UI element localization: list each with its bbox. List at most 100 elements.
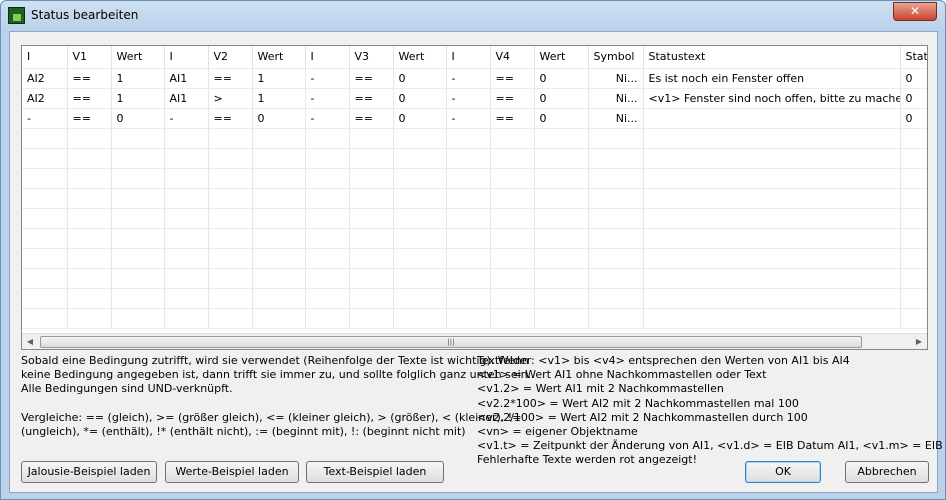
cancel-button[interactable]: Abbrechen [845,461,929,483]
table-cell[interactable] [900,228,927,249]
table-cell[interactable]: 0 [111,108,165,129]
table-cell[interactable]: AI2 [22,68,68,89]
table-cell[interactable] [111,248,165,269]
table-cell[interactable] [349,308,394,329]
table-cell[interactable] [111,268,165,289]
table-cell[interactable] [588,308,644,329]
table-cell[interactable] [252,268,306,289]
table-cell[interactable] [67,308,112,329]
empty-row[interactable] [22,208,927,229]
table-cell[interactable] [22,288,68,309]
table-cell[interactable] [67,268,112,289]
table-cell[interactable] [446,208,491,229]
empty-row[interactable] [22,268,927,289]
table-cell[interactable] [67,188,112,209]
table-cell[interactable] [67,128,112,149]
empty-row[interactable] [22,288,927,309]
table-cell[interactable] [111,128,165,149]
table-cell[interactable] [490,148,535,169]
table-cell[interactable]: == [208,68,253,89]
table-cell[interactable] [393,228,447,249]
table-cell[interactable] [534,308,589,329]
column-header[interactable]: Wert [111,46,165,69]
table-cell[interactable] [208,288,253,309]
table-cell[interactable] [446,248,491,269]
table-cell[interactable] [164,248,209,269]
table-cell[interactable] [643,228,901,249]
table-cell[interactable]: - [305,88,350,109]
table-cell[interactable] [534,228,589,249]
table-cell[interactable] [349,168,394,189]
table-cell[interactable]: Ni... [588,68,644,89]
table-cell[interactable] [446,308,491,329]
table-cell[interactable]: == [67,88,112,109]
table-cell[interactable]: == [67,68,112,89]
close-button[interactable]: ✕ [893,2,937,21]
table-cell[interactable] [393,168,447,189]
table-cell[interactable] [393,308,447,329]
column-header[interactable]: Statustext [643,46,901,69]
table-cell[interactable] [305,128,350,149]
empty-row[interactable] [22,168,927,189]
column-header[interactable]: V4 [490,46,535,69]
table-cell[interactable] [643,248,901,269]
column-header[interactable]: Wert [393,46,447,69]
table-cell[interactable] [208,148,253,169]
table-cell[interactable] [588,168,644,189]
table-cell[interactable] [22,188,68,209]
table-cell[interactable] [22,148,68,169]
table-cell[interactable] [643,188,901,209]
table-cell[interactable] [490,228,535,249]
table-cell[interactable]: == [349,88,394,109]
table-cell[interactable] [446,128,491,149]
table-cell[interactable]: == [490,68,535,89]
table-cell[interactable] [588,248,644,269]
table-cell[interactable]: - [446,108,491,129]
table-cell[interactable] [393,288,447,309]
table-cell[interactable]: AI1 [164,88,209,109]
table-cell[interactable]: - [446,88,491,109]
load-text-example-button[interactable]: Text-Beispiel laden [306,461,444,483]
table-cell[interactable] [67,148,112,169]
table-cell[interactable] [111,288,165,309]
table-cell[interactable] [252,188,306,209]
table-cell[interactable] [349,228,394,249]
column-header[interactable]: V2 [208,46,253,69]
table-cell[interactable] [534,248,589,269]
load-values-example-button[interactable]: Werte-Beispiel laden [165,461,299,483]
table-cell[interactable] [446,268,491,289]
table-cell[interactable] [305,168,350,189]
table-cell[interactable] [900,188,927,209]
table-cell[interactable] [446,168,491,189]
empty-row[interactable] [22,228,927,249]
column-header[interactable]: Wert [534,46,589,69]
table-cell[interactable] [534,188,589,209]
table-cell[interactable]: - [164,108,209,129]
table-cell[interactable] [164,228,209,249]
scroll-left-icon[interactable]: ◀ [22,334,38,349]
table-cell[interactable] [588,188,644,209]
table-cell[interactable] [643,208,901,229]
column-header[interactable]: I [305,46,350,69]
table-cell[interactable] [490,128,535,149]
empty-row[interactable] [22,308,927,329]
horizontal-scrollbar[interactable]: ◀ ||| ▶ [22,333,927,349]
table-cell[interactable] [252,148,306,169]
table-cell[interactable] [588,288,644,309]
table-cell[interactable] [111,308,165,329]
table-cell[interactable] [22,268,68,289]
table-cell[interactable]: 0 [393,108,447,129]
table-cell[interactable]: 0 [534,88,589,109]
table-cell[interactable] [164,308,209,329]
table-cell[interactable] [305,148,350,169]
table-cell[interactable] [349,288,394,309]
table-cell[interactable] [22,248,68,269]
table-cell[interactable] [446,148,491,169]
table-cell[interactable] [305,248,350,269]
table-cell[interactable]: == [349,108,394,129]
table-cell[interactable] [534,148,589,169]
table-cell[interactable]: 0 [393,68,447,89]
table-cell[interactable] [208,248,253,269]
table-cell[interactable]: 0 [900,108,927,129]
table-cell[interactable] [393,208,447,229]
